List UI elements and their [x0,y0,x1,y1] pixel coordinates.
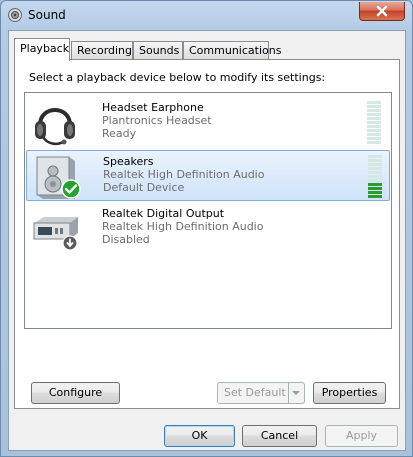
meter-segment [368,155,382,158]
device-item-digital-output[interactable]: Realtek Digital Output Realtek High Defi… [26,203,390,254]
apply-button: Apply [325,425,398,447]
device-description: Realtek High Definition Audio [102,220,264,233]
device-name: Speakers [103,155,154,168]
device-item-speakers[interactable]: Speakers Realtek High Definition Audio D… [26,150,390,201]
window-title: Sound [28,8,66,22]
meter-segment [367,121,381,124]
meter-segment [368,167,382,170]
meter-segment [368,195,382,198]
disabled-arrow-icon [62,235,78,251]
meter-segment [368,191,382,194]
instruction-text: Select a playback device below to modify… [29,71,326,84]
set-default-label: Set Default [224,386,286,399]
meter-segment [368,159,382,162]
speaker-app-icon [8,8,22,22]
meter-segment [368,175,382,178]
close-icon [376,5,388,17]
meter-segment [367,129,381,132]
playback-panel: Select a playback device below to modify… [14,59,400,409]
meter-segment [368,163,382,166]
configure-button[interactable]: Configure [31,382,120,404]
meter-segment [367,141,381,144]
close-button[interactable] [359,2,405,21]
chevron-down-icon [292,391,300,395]
set-default-dropdown [288,383,304,403]
meter-segment [368,171,382,174]
meter-segment [368,183,382,186]
cancel-button[interactable]: Cancel [242,425,317,447]
meter-segment [368,187,382,190]
meter-segment [367,113,381,116]
device-name: Headset Earphone [102,101,204,114]
volume-meter [368,155,382,198]
device-status: Ready [102,127,137,140]
meter-segment [367,101,381,104]
title-bar[interactable]: Sound [1,1,412,29]
device-name: Realtek Digital Output [102,207,225,220]
meter-segment [368,179,382,182]
meter-segment [367,133,381,136]
headset-icon [35,108,75,146]
device-status: Disabled [102,233,150,246]
volume-meter [367,101,381,144]
dialog-client-area: Playback Recording Sounds Communications… [8,30,406,451]
device-list[interactable]: Headset Earphone Plantronics Headset Rea… [24,92,392,329]
meter-segment [367,117,381,120]
properties-button[interactable]: Properties [313,382,386,404]
sound-dialog: Sound Playback Recording Sounds Communic… [0,0,413,457]
tab-playback[interactable]: Playback [14,38,70,61]
meter-segment [367,137,381,140]
set-default-button: Set Default [217,382,305,404]
ok-button[interactable]: OK [164,425,235,447]
check-badge-icon [61,179,81,199]
meter-segment [367,105,381,108]
tab-communications[interactable]: Communications [183,41,281,60]
meter-segment [367,109,381,112]
device-description: Plantronics Headset [102,114,212,127]
device-item-headset[interactable]: Headset Earphone Plantronics Headset Rea… [26,97,390,148]
tab-recording[interactable]: Recording [71,41,133,60]
tab-sounds[interactable]: Sounds [133,41,183,60]
device-description: Realtek High Definition Audio [103,168,265,181]
device-status: Default Device [103,181,185,194]
meter-segment [367,125,381,128]
